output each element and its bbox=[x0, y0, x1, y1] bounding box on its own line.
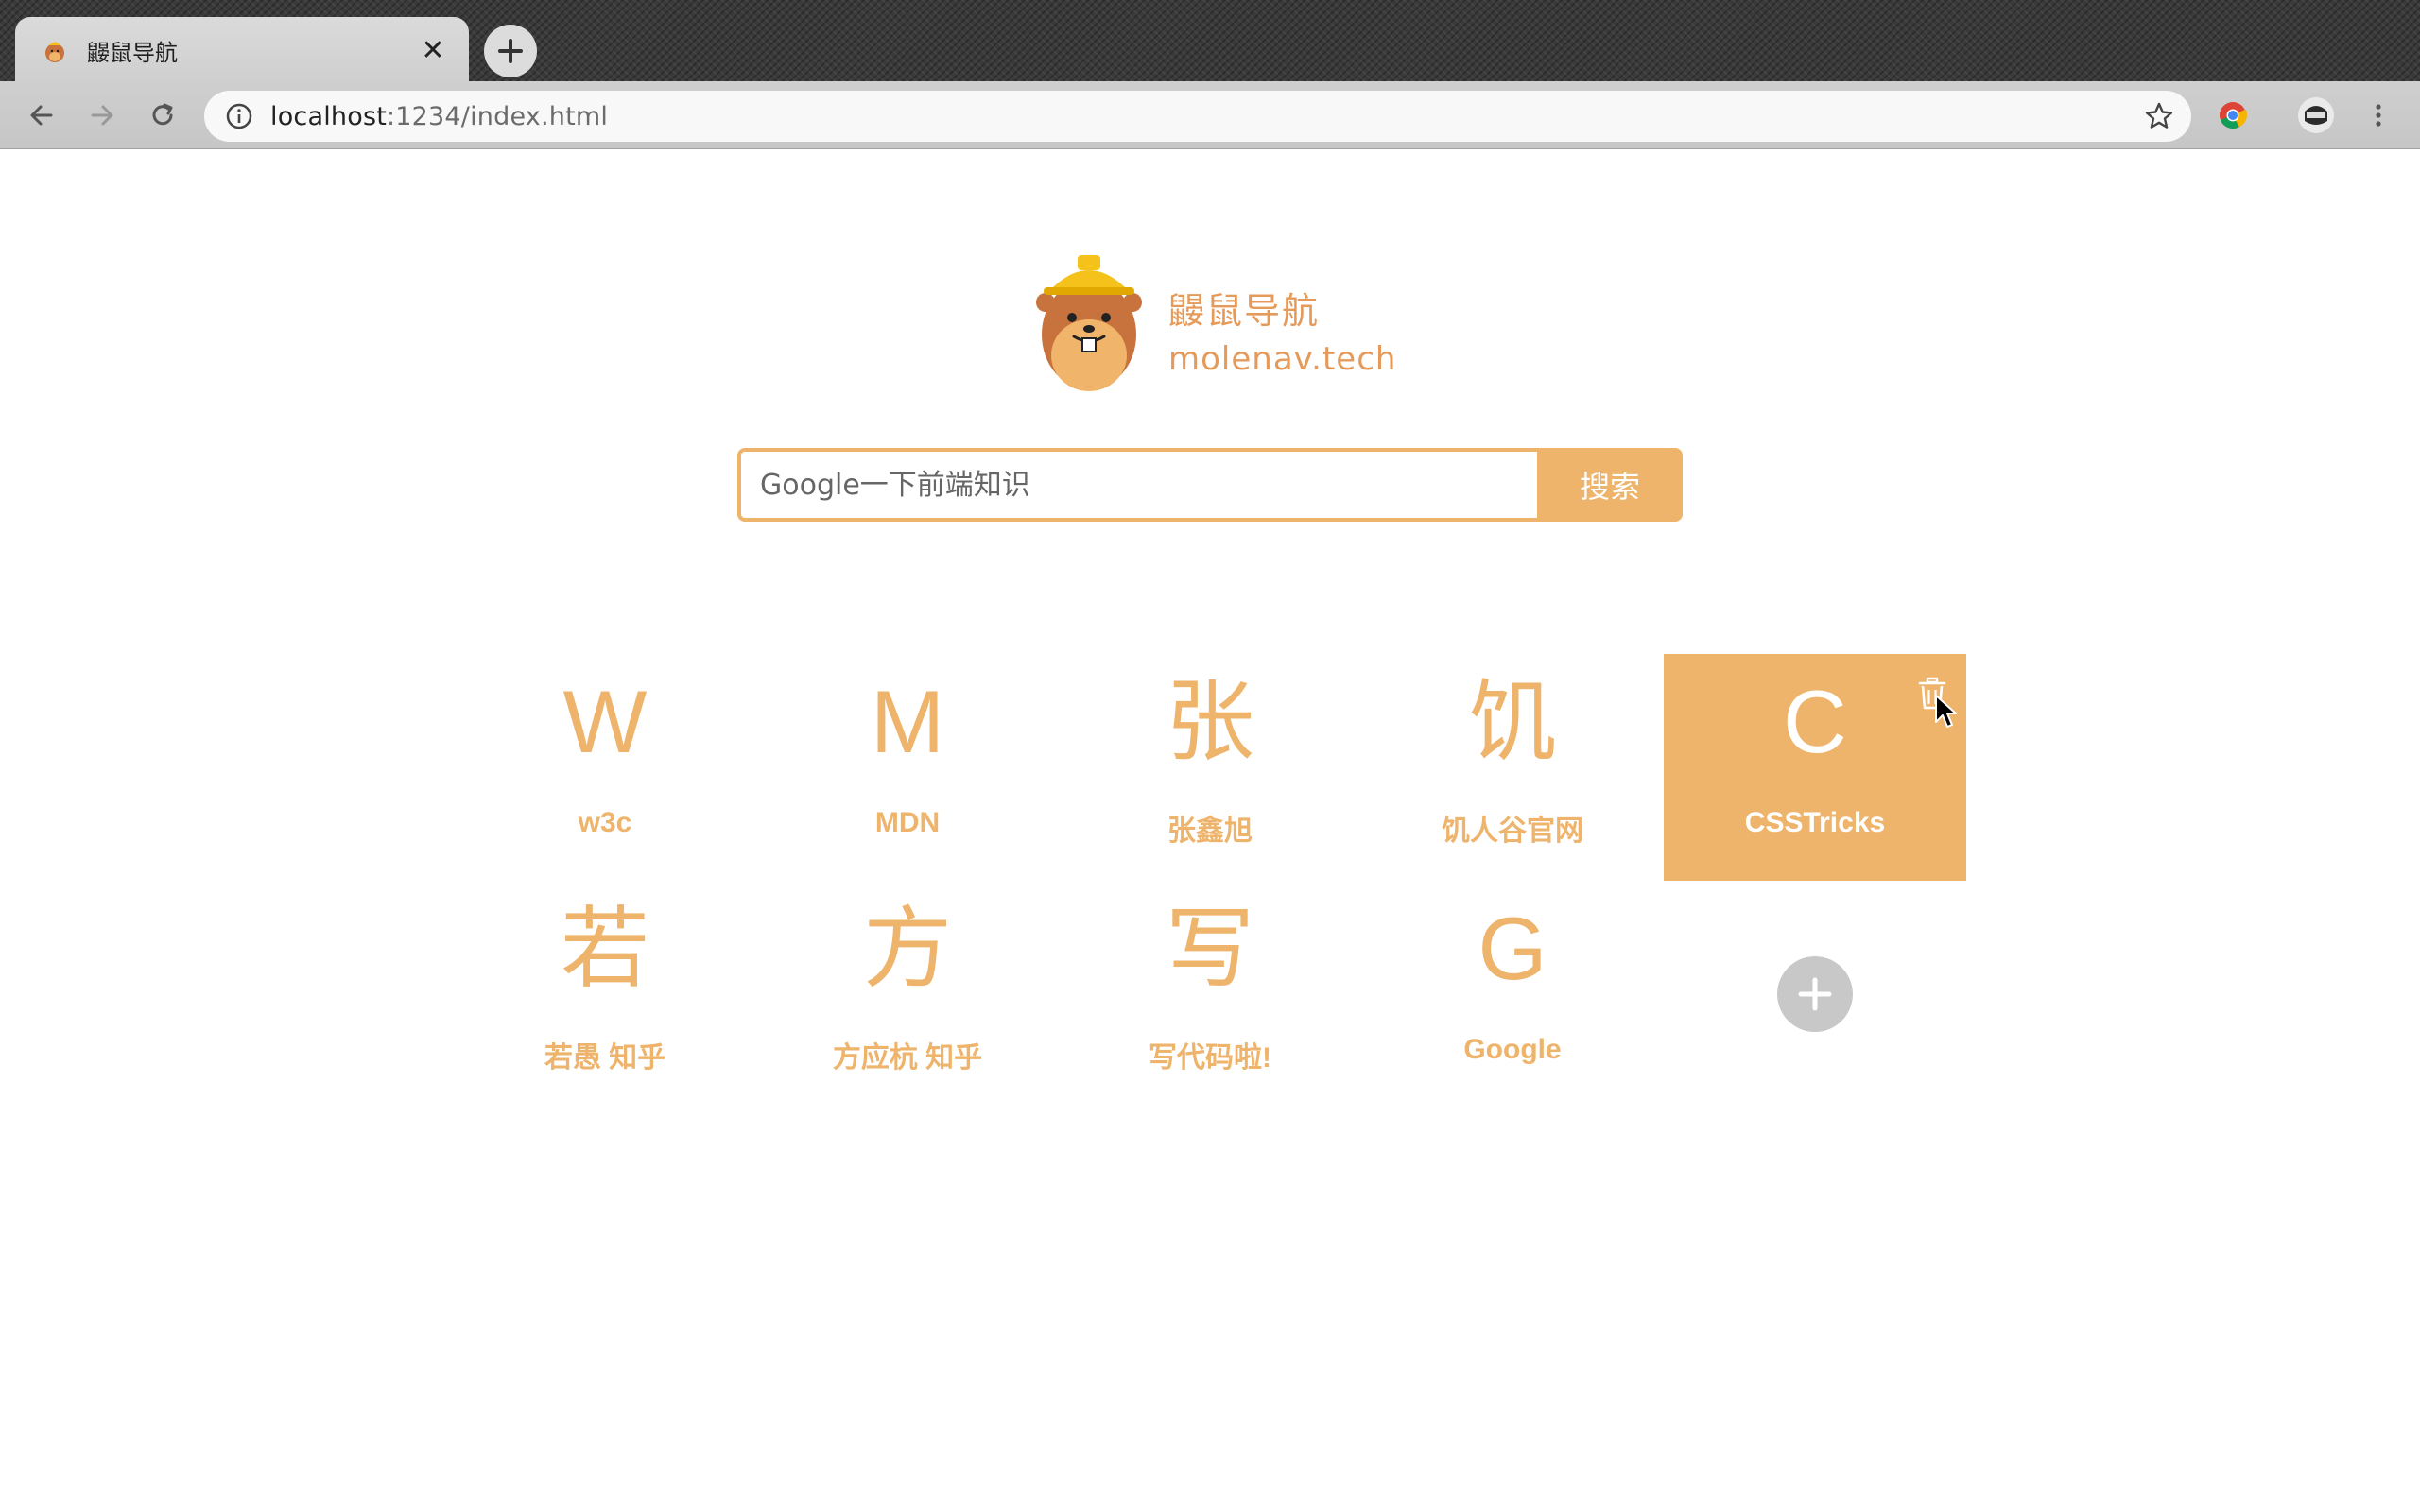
address-host: localhost bbox=[270, 101, 387, 131]
chrome-extension-icon[interactable] bbox=[2212, 94, 2254, 136]
add-site-card bbox=[1664, 881, 1966, 1108]
site-card-zhangxinxu[interactable]: 张 张鑫旭 bbox=[1059, 654, 1361, 881]
site-letter: 张 bbox=[1165, 672, 1254, 771]
mole-favicon-icon bbox=[45, 42, 64, 62]
site-label: MDN bbox=[874, 807, 941, 838]
site-card-mdn[interactable]: M MDN bbox=[756, 654, 1059, 881]
plus-icon bbox=[1798, 977, 1832, 1011]
back-button[interactable] bbox=[21, 94, 62, 136]
more-vertical-icon bbox=[2376, 104, 2381, 127]
site-letter: C bbox=[1783, 672, 1847, 771]
site-letter: 写 bbox=[1165, 899, 1254, 998]
info-icon[interactable] bbox=[225, 102, 253, 130]
site-letter: 方 bbox=[862, 899, 952, 998]
site-label: Google bbox=[1463, 1034, 1562, 1065]
site-grid: W w3c M MDN 张 张鑫旭 饥 饥人谷官网 C CSSTricks 若 … bbox=[454, 654, 1966, 1108]
site-card-jirengu[interactable]: 饥 饥人谷官网 bbox=[1361, 654, 1664, 881]
search-form: 搜索 bbox=[737, 448, 1683, 522]
profile-avatar[interactable] bbox=[2295, 94, 2337, 136]
new-tab-button[interactable] bbox=[484, 25, 537, 77]
avatar-icon bbox=[2298, 97, 2334, 133]
site-letter: G bbox=[1478, 899, 1547, 998]
site-card-w3c[interactable]: W w3c bbox=[454, 654, 756, 881]
arrow-left-icon bbox=[30, 105, 53, 126]
site-letter: M bbox=[870, 672, 945, 771]
forward-button[interactable] bbox=[81, 94, 123, 136]
site-card-google[interactable]: G Google bbox=[1361, 881, 1664, 1108]
tab-close-icon[interactable]: ✕ bbox=[416, 33, 450, 67]
reload-icon bbox=[152, 103, 173, 126]
site-label: 张鑫旭 bbox=[1167, 816, 1253, 847]
site-letter: W bbox=[562, 672, 648, 771]
plus-icon bbox=[498, 39, 523, 63]
address-bar[interactable]: localhost:1234/index.html bbox=[204, 91, 2191, 142]
bookmark-star-icon[interactable] bbox=[2144, 101, 2174, 131]
browser-menu-button[interactable] bbox=[2358, 94, 2399, 136]
site-letter: 若 bbox=[560, 899, 649, 998]
tab-title: 鼹鼠导航 bbox=[87, 39, 178, 66]
site-card-csstricks[interactable]: C CSSTricks bbox=[1664, 654, 1966, 881]
site-label: 方应杭 知乎 bbox=[832, 1042, 983, 1074]
browser-tab[interactable]: 鼹鼠导航 ✕ bbox=[15, 17, 469, 83]
chrome-icon bbox=[2220, 102, 2248, 129]
add-site-button[interactable] bbox=[1777, 956, 1853, 1032]
site-label: 写代码啦! bbox=[1149, 1042, 1271, 1074]
site-label: w3c bbox=[578, 807, 632, 838]
reload-button[interactable] bbox=[142, 94, 183, 136]
arrow-right-icon bbox=[91, 105, 113, 126]
site-letter: 饥 bbox=[1467, 672, 1557, 771]
address-url: localhost:1234/index.html bbox=[270, 102, 608, 131]
site-card-xiedaimala[interactable]: 写 写代码啦! bbox=[1059, 881, 1361, 1108]
browser-toolbar: localhost:1234/index.html bbox=[0, 81, 2420, 149]
browser-tab-strip: 鼹鼠导航 ✕ bbox=[0, 0, 2420, 83]
site-label: CSSTricks bbox=[1744, 807, 1886, 838]
site-label: 若愚 知乎 bbox=[544, 1042, 666, 1074]
site-logo: 鼹鼠导航 molenav.tech bbox=[1036, 253, 1414, 395]
site-card-ruoyu-zhihu[interactable]: 若 若愚 知乎 bbox=[454, 881, 756, 1108]
mouse-cursor-icon bbox=[1935, 695, 1957, 728]
address-path: :1234/index.html bbox=[387, 101, 609, 131]
mole-mascot-icon bbox=[1036, 255, 1142, 391]
site-domain: molenav.tech bbox=[1168, 340, 1397, 378]
search-button[interactable]: 搜索 bbox=[1537, 448, 1683, 522]
search-input[interactable] bbox=[737, 448, 1537, 522]
site-card-fangyinghang-zhihu[interactable]: 方 方应杭 知乎 bbox=[756, 881, 1059, 1108]
site-label: 饥人谷官网 bbox=[1442, 816, 1583, 847]
site-name: 鼹鼠导航 bbox=[1168, 290, 1321, 332]
